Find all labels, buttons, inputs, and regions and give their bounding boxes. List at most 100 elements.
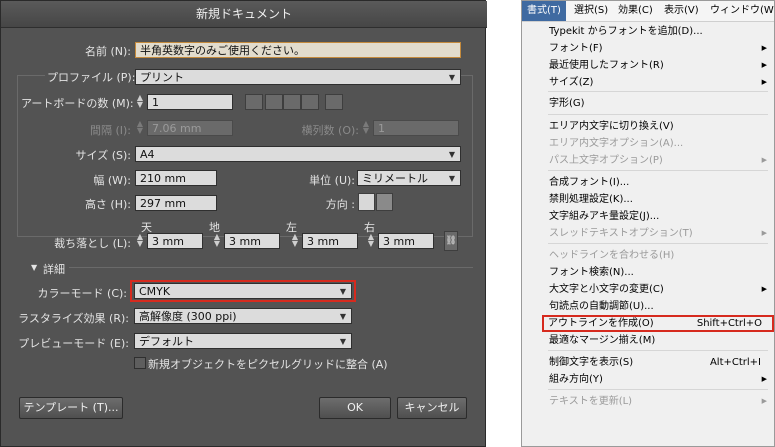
menu-item[interactable]: フォント検索(N)... bbox=[523, 264, 773, 281]
new-document-dialog: 新規ドキュメント 名前 (N): 半角英数字のみご使用ください。 プロファイル … bbox=[0, 0, 487, 447]
menu-item-label: 句読点の自動調節(U)... bbox=[549, 301, 654, 312]
menu-item[interactable]: 句読点の自動調節(U)... bbox=[523, 298, 773, 315]
menu-item[interactable]: 組み方向(Y) ▶ bbox=[523, 371, 773, 388]
menu-item[interactable]: パス上文字オプション(P) ▶ bbox=[523, 152, 773, 169]
profile-label: プロファイル (P): bbox=[45, 69, 136, 85]
submenu-arrow-icon: ▶ bbox=[761, 61, 767, 69]
submenu-arrow-icon: ▶ bbox=[761, 44, 767, 52]
menu-separator bbox=[548, 243, 768, 244]
height-label: 高さ (H): bbox=[84, 198, 131, 211]
menu-item[interactable]: エリア内文字に切り換え(V) bbox=[523, 118, 773, 135]
menubar-view[interactable]: 表示(V) bbox=[664, 1, 699, 21]
menu-item-shortcut: Alt+Ctrl+I bbox=[709, 357, 761, 368]
menu-item[interactable]: 合成フォント(I)... bbox=[523, 174, 773, 191]
link-icon[interactable]: ⛓ bbox=[444, 231, 458, 251]
menu-item[interactable]: 文字組みアキ量設定(J)... bbox=[523, 208, 773, 225]
artboards-input[interactable]: 1 bbox=[147, 94, 233, 110]
submenu-arrow-icon: ▶ bbox=[761, 397, 767, 405]
size-value: A4 bbox=[140, 148, 155, 161]
advanced-label: 詳細 bbox=[43, 263, 65, 276]
menu-item-label: 合成フォント(I)... bbox=[549, 177, 630, 188]
chevron-down-icon: ▼ bbox=[339, 337, 346, 346]
menu-item[interactable]: テキストを更新(L) ▶ bbox=[523, 393, 773, 410]
menu-item-label: エリア内文字に切り換え(V) bbox=[549, 121, 674, 132]
profile-dropdown[interactable]: プリント ▼ bbox=[135, 69, 461, 85]
menu-item-label: フォント(F) bbox=[549, 43, 603, 54]
name-input[interactable]: 半角英数字のみご使用ください。 bbox=[135, 42, 461, 58]
menu-item-label: 制御文字を表示(S) bbox=[549, 357, 634, 368]
bleed-left-input[interactable]: 3 mm bbox=[302, 233, 358, 249]
menubar-effect[interactable]: 効果(C) bbox=[618, 1, 653, 21]
columns-stepper[interactable]: ▲ ▼ bbox=[362, 120, 370, 135]
bleed-right-input[interactable]: 3 mm bbox=[378, 233, 434, 249]
menu-item[interactable]: ヘッドラインを合わせる(H) bbox=[523, 247, 773, 264]
bleed-top-stepper[interactable]: ▲ ▼ bbox=[136, 233, 144, 248]
bleed-bottom-stepper[interactable]: ▲ ▼ bbox=[213, 233, 221, 248]
grid-by-column-icon[interactable] bbox=[265, 94, 283, 110]
units-label: 単位 (U): bbox=[309, 174, 355, 187]
menu-item[interactable]: 最適なマージン揃え(M) bbox=[523, 332, 773, 349]
right-to-left-icon[interactable] bbox=[325, 94, 343, 110]
pixel-grid-label: 新規オブジェクトをピクセルグリッドに整合 (A) bbox=[148, 358, 388, 371]
type-menu-panel: 書式(T) 選択(S) 効果(C) 表示(V) ウィンドウ(W Typekit … bbox=[521, 0, 775, 447]
grid-by-row-icon[interactable] bbox=[245, 94, 263, 110]
preview-mode-dropdown[interactable]: デフォルト ▼ bbox=[134, 333, 352, 349]
spacing-stepper[interactable]: ▲ ▼ bbox=[136, 120, 144, 135]
menu-item[interactable]: アウトラインを作成(O) Shift+Ctrl+O bbox=[542, 315, 774, 332]
menu-item[interactable]: 制御文字を表示(S) Alt+Ctrl+I bbox=[523, 354, 773, 371]
menu-separator bbox=[548, 170, 768, 171]
menu-separator bbox=[548, 114, 768, 115]
cancel-button[interactable]: キャンセル bbox=[397, 397, 467, 419]
height-input[interactable]: 297 mm bbox=[135, 195, 217, 211]
menu-item-label: 組み方向(Y) bbox=[549, 374, 603, 385]
color-mode-value: CMYK bbox=[139, 285, 171, 298]
menu-item[interactable]: 大文字と小文字の変更(C) ▶ bbox=[523, 281, 773, 298]
arrange-by-row-icon[interactable] bbox=[283, 94, 301, 110]
ok-button[interactable]: OK bbox=[319, 397, 391, 419]
menu-item-label: スレッドテキストオプション(T) bbox=[549, 228, 693, 239]
menu-item-label: 最近使用したフォント(R) bbox=[549, 60, 664, 71]
template-button[interactable]: テンプレート (T)... bbox=[19, 397, 123, 419]
artboards-label: アートボードの数 (M): bbox=[21, 97, 134, 110]
menu-item[interactable]: サイズ(Z) ▶ bbox=[523, 74, 773, 91]
chevron-down-icon: ▼ bbox=[448, 73, 455, 82]
menu-item[interactable]: フォント(F) ▶ bbox=[523, 40, 773, 57]
menu-item[interactable]: 字形(G) bbox=[523, 95, 773, 112]
color-mode-dropdown[interactable]: CMYK ▼ bbox=[134, 283, 352, 299]
raster-effects-value: 高解像度 (300 ppi) bbox=[139, 310, 237, 323]
menu-item-label: 最適なマージン揃え(M) bbox=[549, 335, 656, 346]
landscape-icon[interactable] bbox=[376, 193, 393, 211]
menu-item-label: サイズ(Z) bbox=[549, 77, 594, 88]
menubar-type[interactable]: 書式(T) bbox=[522, 1, 566, 21]
spacing-input[interactable]: 7.06 mm bbox=[147, 120, 233, 136]
menu-item-label: Typekit からフォントを追加(D)... bbox=[549, 26, 703, 37]
menu-item-shortcut: Shift+Ctrl+O bbox=[696, 318, 762, 329]
width-input[interactable]: 210 mm bbox=[135, 170, 217, 186]
menubar-window[interactable]: ウィンドウ(W bbox=[710, 1, 774, 21]
collapse-triangle-icon[interactable]: ▼ bbox=[31, 263, 37, 272]
menu-item[interactable]: 最近使用したフォント(R) ▶ bbox=[523, 57, 773, 74]
menu-item[interactable]: エリア内文字オプション(A)... bbox=[523, 135, 773, 152]
menu-bar: 書式(T) 選択(S) 効果(C) 表示(V) ウィンドウ(W bbox=[522, 1, 774, 22]
units-dropdown[interactable]: ミリメートル ▼ bbox=[357, 170, 461, 186]
raster-effects-dropdown[interactable]: 高解像度 (300 ppi) ▼ bbox=[134, 308, 352, 324]
portrait-icon[interactable] bbox=[358, 193, 375, 211]
chevron-down-icon: ▼ bbox=[339, 312, 346, 321]
bleed-right-stepper[interactable]: ▲ ▼ bbox=[367, 233, 375, 248]
size-dropdown[interactable]: A4 ▼ bbox=[135, 146, 461, 162]
arrange-by-column-icon[interactable] bbox=[301, 94, 319, 110]
advanced-divider bbox=[69, 267, 473, 268]
menu-item[interactable]: スレッドテキストオプション(T) ▶ bbox=[523, 225, 773, 242]
bleed-top-input[interactable]: 3 mm bbox=[147, 233, 203, 249]
menu-item-label: 大文字と小文字の変更(C) bbox=[549, 284, 664, 295]
columns-input[interactable]: 1 bbox=[373, 120, 459, 136]
menu-item[interactable]: 禁則処理設定(K)... bbox=[523, 191, 773, 208]
bleed-bottom-input[interactable]: 3 mm bbox=[224, 233, 280, 249]
menubar-select[interactable]: 選択(S) bbox=[574, 1, 608, 21]
artboards-stepper[interactable]: ▲ ▼ bbox=[136, 94, 144, 109]
submenu-arrow-icon: ▶ bbox=[761, 375, 767, 383]
menu-item[interactable]: Typekit からフォントを追加(D)... bbox=[523, 23, 773, 40]
menu-separator bbox=[548, 389, 768, 390]
pixel-grid-checkbox[interactable] bbox=[134, 357, 146, 369]
bleed-left-stepper[interactable]: ▲ ▼ bbox=[291, 233, 299, 248]
